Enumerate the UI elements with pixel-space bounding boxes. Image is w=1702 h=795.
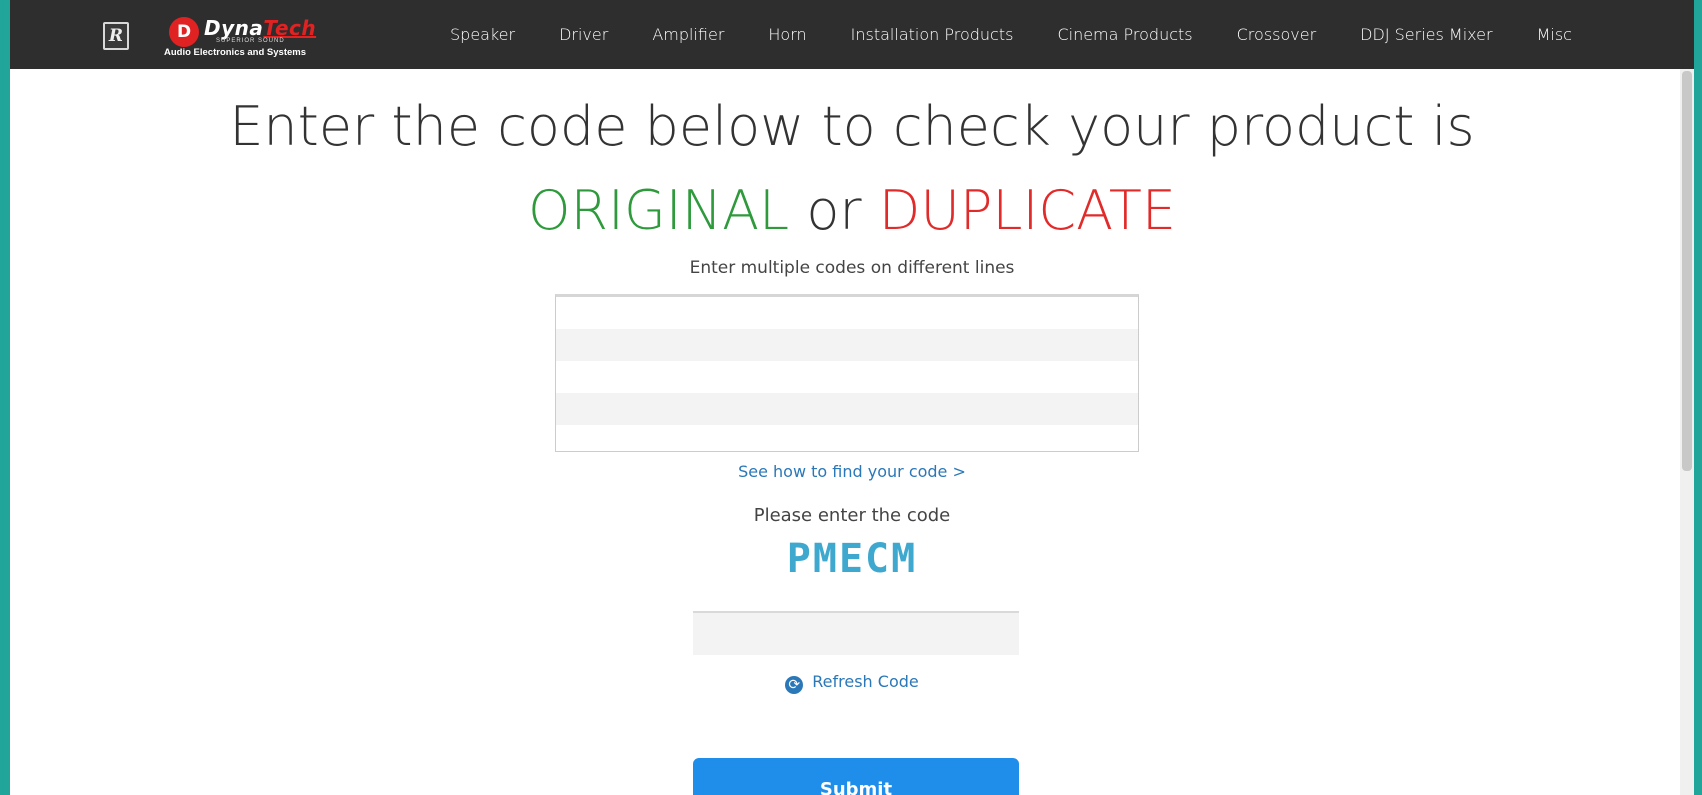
nav-item-crossover[interactable]: Crossover [1237, 25, 1317, 44]
top-navbar: R D DynaTech SUPERIOR SOUND Audio Electr… [10, 0, 1694, 69]
brand-name-part2: Tech [263, 16, 317, 40]
page-title-line2: ORIGINAL or DUPLICATE [10, 172, 1694, 250]
nav-item-ddj-series-mixer[interactable]: DDJ Series Mixer [1360, 25, 1492, 44]
refresh-code-link[interactable]: ⟳ Refresh Code [10, 672, 1694, 694]
nav-item-cinema-products[interactable]: Cinema Products [1057, 25, 1192, 44]
brand-name-part1: Dyna [204, 16, 264, 40]
captcha-prompt: Please enter the code [753, 505, 951, 526]
nav-item-misc[interactable]: Misc [1537, 25, 1572, 44]
nav-item-speaker[interactable]: Speaker [450, 25, 515, 44]
product-codes-textarea[interactable] [555, 294, 1139, 452]
nav-item-installation-products[interactable]: Installation Products [851, 25, 1014, 44]
brand-tagline: SUPERIOR SOUND [216, 38, 285, 44]
main-nav: Speaker Driver Amplifier Horn Installati… [450, 0, 1616, 69]
dynatech-disc-icon: D [169, 17, 199, 47]
find-code-link[interactable]: See how to find your code > [10, 462, 1694, 481]
nav-item-amplifier[interactable]: Amplifier [652, 25, 724, 44]
refresh-code-label: Refresh Code [812, 672, 919, 691]
brand-subtitle: Audio Electronics and Systems [164, 47, 307, 58]
original-word: ORIGINAL [528, 179, 790, 242]
or-word: or [806, 179, 862, 242]
multi-code-hint: Enter multiple codes on different lines [689, 258, 1015, 278]
refresh-icon: ⟳ [785, 676, 804, 694]
page-frame: R D DynaTech SUPERIOR SOUND Audio Electr… [10, 0, 1694, 795]
captcha-input[interactable] [693, 611, 1019, 655]
captcha-image: PMECM [786, 536, 918, 582]
dynatech-logo[interactable]: D DynaTech SUPERIOR SOUND Audio Electron… [164, 13, 354, 61]
duplicate-word: DUPLICATE [878, 179, 1176, 242]
r-badge-logo[interactable]: R [103, 22, 129, 50]
submit-button[interactable]: Submit [693, 758, 1019, 795]
nav-item-horn[interactable]: Horn [768, 25, 806, 44]
nav-item-driver[interactable]: Driver [559, 25, 608, 44]
brand-name: DynaTech [204, 17, 316, 39]
page-title: Enter the code below to check your produ… [10, 88, 1694, 250]
page-title-line1: Enter the code below to check your produ… [229, 95, 1475, 158]
